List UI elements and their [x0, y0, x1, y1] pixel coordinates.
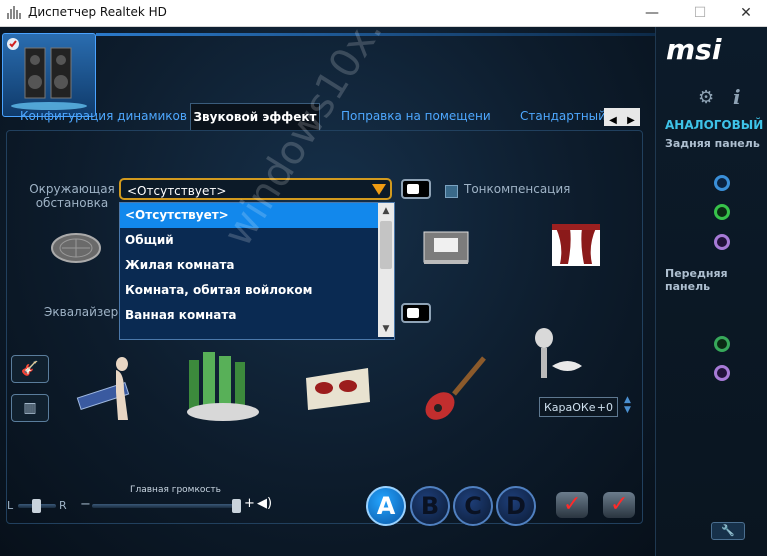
equalizer-label: Эквалайзер [44, 305, 119, 319]
tab-next-arrow[interactable]: ▶ [622, 112, 640, 130]
analog-label: АНАЛОГОВЫЙ [665, 118, 764, 132]
environment-option[interactable]: Общий [120, 228, 394, 253]
live-band-icon [187, 352, 259, 421]
environment-label: Окружающая обстановка [29, 182, 115, 210]
karaoke-microphone-icon [535, 328, 582, 378]
right-panel: msi ⚙ i АНАЛОГОВЫЙ Задняя панель Передня… [655, 27, 767, 556]
title-bar: Диспетчер Realtek HD — ☐ ✕ [0, 0, 767, 27]
karaoke-value: +0 [596, 401, 613, 414]
balance-left-label: L [7, 499, 14, 512]
environment-option[interactable]: Комната, обитая войлоком [120, 278, 394, 303]
scrollbar-thumb[interactable] [380, 221, 392, 269]
environment-select[interactable]: <Отсутствует> [119, 178, 392, 200]
apply-check-button[interactable]: ✓ [556, 492, 588, 518]
rock-stage-icon [306, 368, 370, 410]
electric-guitar-icon [425, 356, 486, 420]
theater-curtain-icon [552, 224, 600, 266]
volume-plus[interactable]: + [244, 496, 255, 511]
tab-scroll-arrows: ◀ ▶ [604, 108, 640, 126]
scroll-up-icon[interactable]: ▲ [378, 203, 394, 219]
environment-option[interactable]: Ванная комната [120, 303, 394, 328]
preset-c-button[interactable]: C [453, 486, 493, 526]
environment-selected-value: <Отсутствует> [127, 184, 227, 198]
front-jack-pink[interactable] [714, 365, 730, 381]
environment-option[interactable]: <Отсутствует> [120, 203, 394, 228]
equalizer-view-button[interactable]: ▥ [11, 394, 49, 422]
dropdown-arrow-icon[interactable] [372, 184, 386, 195]
gear-icon[interactable]: ⚙ [698, 87, 714, 108]
environment-toggle[interactable] [401, 179, 431, 199]
loudness-label: Тонкомпенсация [464, 182, 571, 196]
speaker-volume-icon[interactable]: ◀) [257, 496, 272, 511]
realtek-audio-icon [7, 6, 21, 19]
equalizer-toggle[interactable] [401, 303, 431, 323]
preset-a-button[interactable]: A [366, 486, 406, 526]
scroll-down-icon[interactable]: ▼ [378, 321, 394, 337]
preset-d-button[interactable]: D [496, 486, 536, 526]
tab-prev-arrow[interactable]: ◀ [604, 112, 622, 130]
check-reset-icon: ✓ [610, 492, 629, 517]
guitar-mode-button[interactable]: 🎸 [11, 355, 49, 383]
front-jack-green[interactable] [714, 336, 730, 352]
info-icon[interactable]: i [733, 85, 741, 109]
master-volume-title: Главная громкость [130, 485, 221, 495]
rear-jack-pink[interactable] [714, 234, 730, 250]
rear-panel-label: Задняя панель [665, 137, 760, 150]
msi-logo: msi [666, 35, 722, 65]
check-icon: ✓ [563, 492, 582, 517]
master-volume-thumb[interactable] [232, 499, 242, 513]
rear-jack-blue[interactable] [714, 175, 730, 191]
front-panel-label: Передняя панель [665, 267, 728, 293]
tab-sound-effect[interactable]: Звуковой эффект [190, 103, 320, 131]
balance-right-label: R [59, 499, 67, 512]
karaoke-spinner[interactable]: ▲ ▼ [624, 395, 631, 415]
tab-strip: Конфигурация динамиков Звуковой эффект П… [10, 103, 634, 131]
top-accent-line [96, 33, 655, 36]
rear-jack-green[interactable] [714, 204, 730, 220]
master-volume-slider[interactable] [92, 504, 240, 508]
reset-check-button[interactable]: ✓ [603, 492, 635, 518]
dropdown-scrollbar[interactable]: ▲ ▼ [378, 203, 394, 337]
window-title: Диспетчер Realtek HD [28, 5, 167, 19]
svg-text:msi: msi [666, 35, 722, 65]
tab-standard-format[interactable]: Стандартный ф [520, 103, 612, 130]
close-button[interactable]: ✕ [723, 0, 767, 26]
stage-box-icon [423, 231, 469, 264]
tab-room-correction[interactable]: Поправка на помещение [341, 103, 491, 130]
wrench-settings-button[interactable]: 🔧 [711, 522, 745, 540]
maximize-button[interactable]: ☐ [677, 0, 723, 26]
pop-musician-icon [76, 357, 130, 420]
preset-b-button[interactable]: B [410, 486, 450, 526]
balance-slider-thumb[interactable] [32, 499, 41, 513]
environment-dropdown-list: <Отсутствует> Общий Жилая комната Комнат… [119, 202, 395, 340]
volume-minus[interactable]: − [80, 497, 91, 512]
karaoke-label: КараОКе [544, 401, 596, 414]
karaoke-field[interactable]: КараОКе +0 [539, 397, 618, 417]
tab-speaker-config[interactable]: Конфигурация динамиков [20, 103, 190, 130]
minimize-button[interactable]: — [629, 0, 675, 26]
manhole-cover-icon [51, 233, 101, 263]
environment-option[interactable]: Жилая комната [120, 253, 394, 278]
loudness-checkbox[interactable] [445, 185, 458, 198]
